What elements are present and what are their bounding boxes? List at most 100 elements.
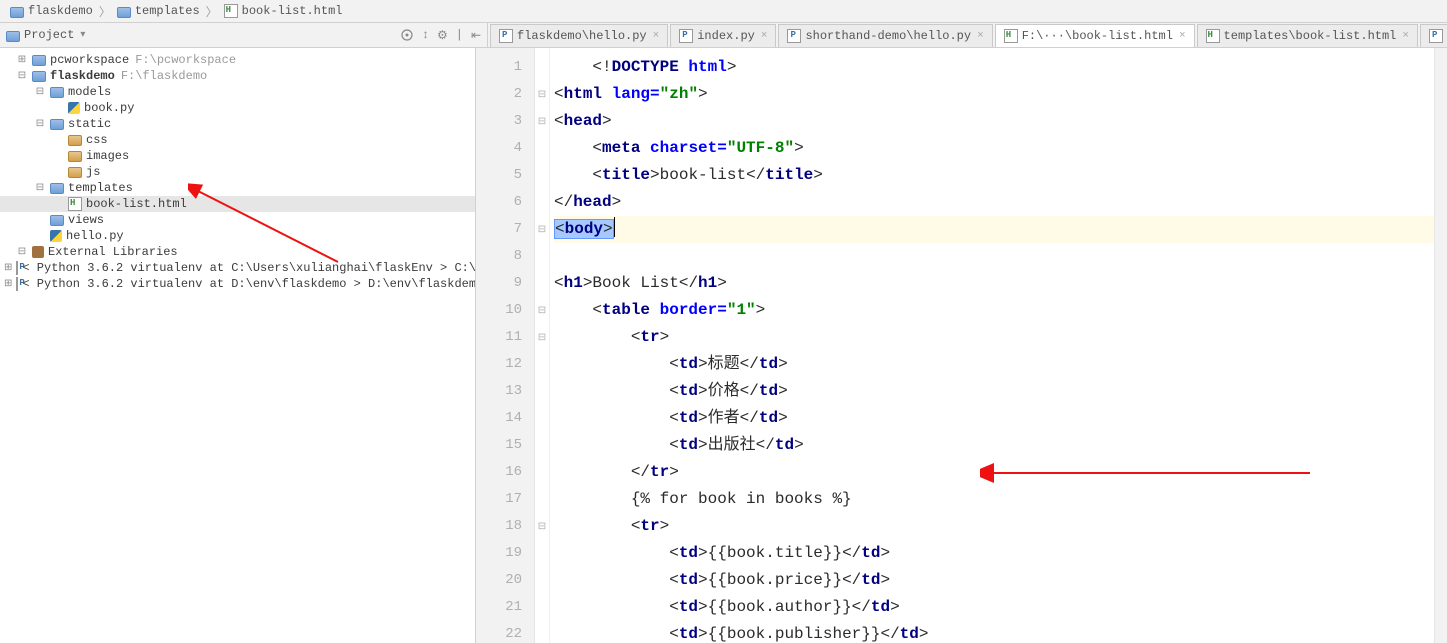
tree-node[interactable]: ⊟ templates: [0, 180, 475, 196]
code-line[interactable]: <td>{{book.price}}</td>: [554, 567, 1434, 594]
close-tab-icon[interactable]: ×: [1402, 30, 1409, 42]
tree-node[interactable]: ⊟ static: [0, 116, 475, 132]
collapse-all-icon[interactable]: ↕: [422, 28, 429, 42]
code-line[interactable]: <body>: [554, 216, 1434, 243]
line-number: 15: [476, 432, 534, 459]
editor-tab[interactable]: flaskdemo\hello.py×: [490, 24, 668, 47]
settings-gear-icon[interactable]: ⚙: [437, 28, 448, 43]
chevron-down-icon[interactable]: ▾: [80, 29, 85, 41]
python-file-icon: [68, 102, 80, 114]
tree-toggle-icon[interactable]: ⊞: [16, 54, 28, 66]
html-file-icon: [1206, 29, 1220, 43]
code-line[interactable]: <td>标题</td>: [554, 351, 1434, 378]
code-line[interactable]: <title>book-list</title>: [554, 162, 1434, 189]
tree-node[interactable]: book-list.html: [0, 196, 475, 212]
tab-label: templates\book-list.html: [1224, 29, 1397, 43]
code-line[interactable]: </head>: [554, 189, 1434, 216]
code-line[interactable]: </tr>: [554, 459, 1434, 486]
code-line[interactable]: <tr>: [554, 324, 1434, 351]
tree-toggle-icon[interactable]: ⊟: [16, 246, 28, 258]
code-line[interactable]: <td>出版社</td>: [554, 432, 1434, 459]
editor-tab[interactable]: shorthand-demo\hello.py×: [778, 24, 992, 47]
tree-toggle-icon[interactable]: ⊟: [34, 182, 46, 194]
tree-node-label: static: [68, 117, 111, 131]
tree-node[interactable]: images: [0, 148, 475, 164]
fold-toggle-icon: [535, 621, 549, 643]
chevron-right-icon: 〉: [206, 3, 218, 20]
locate-icon[interactable]: [400, 28, 414, 42]
fold-toggle-icon[interactable]: ⊟: [535, 81, 549, 108]
code-line[interactable]: [554, 243, 1434, 270]
close-tab-icon[interactable]: ×: [977, 30, 984, 42]
tree-toggle-icon[interactable]: ⊟: [34, 86, 46, 98]
library-icon: [32, 246, 44, 258]
close-tab-icon[interactable]: ×: [761, 30, 768, 42]
line-number: 18: [476, 513, 534, 540]
tree-node-label: hello.py: [66, 229, 124, 243]
tree-node[interactable]: book.py: [0, 100, 475, 116]
tree-node[interactable]: ⊞pcworkspaceF:\pcworkspace: [0, 52, 475, 68]
code-line[interactable]: <meta charset="UTF-8">: [554, 135, 1434, 162]
editor-tab[interactable]: templates\book-list.html ×: [1197, 24, 1418, 47]
folder-icon: [32, 55, 46, 66]
hide-panel-icon[interactable]: ⇤: [471, 28, 481, 43]
fold-toggle-icon[interactable]: ⊟: [535, 297, 549, 324]
fold-toggle-icon[interactable]: ⊟: [535, 513, 549, 540]
folder-icon: [32, 71, 46, 82]
line-number: 21: [476, 594, 534, 621]
code-line[interactable]: <tr>: [554, 513, 1434, 540]
tree-node[interactable]: css: [0, 132, 475, 148]
close-tab-icon[interactable]: ×: [1179, 30, 1186, 42]
project-title-label: Project: [24, 28, 74, 42]
code-line[interactable]: <td>作者</td>: [554, 405, 1434, 432]
breadcrumb-item[interactable]: flaskdemo: [4, 0, 99, 22]
code-line[interactable]: <td>{{book.publisher}}</td>: [554, 621, 1434, 643]
tree-node-label: templates: [68, 181, 133, 195]
python-file-icon: [50, 230, 62, 242]
tree-toggle-icon[interactable]: ⊞: [4, 262, 12, 274]
tree-toggle-icon[interactable]: ⊞: [4, 278, 12, 290]
code-editor[interactable]: 12345678910111213141516171819202122 ⊟⊟⊟⊟…: [476, 48, 1447, 643]
breadcrumb-item[interactable]: templates: [111, 0, 206, 22]
breadcrumb-label: book-list.html: [242, 4, 343, 18]
code-line[interactable]: <td>{{book.author}}</td>: [554, 594, 1434, 621]
code-line[interactable]: <html lang="zh">: [554, 81, 1434, 108]
fold-toggle-icon[interactable]: ⊟: [535, 108, 549, 135]
fold-column[interactable]: ⊟⊟⊟⊟⊟⊟: [535, 48, 550, 643]
breadcrumb-item[interactable]: book-list.html: [218, 0, 349, 22]
editor-tab[interactable]: index.py×: [670, 24, 776, 47]
tree-node[interactable]: views: [0, 212, 475, 228]
tree-toggle-icon[interactable]: ⊟: [16, 70, 28, 82]
editor-tab[interactable]: F:\···\book-list.html×: [995, 24, 1195, 47]
tree-node[interactable]: ⊟models: [0, 84, 475, 100]
tree-node[interactable]: ⊞< Python 3.6.2 virtualenv at D:\env\fla…: [0, 276, 475, 292]
project-panel-title[interactable]: Project ▾: [6, 28, 85, 42]
tree-node[interactable]: ⊟flaskdemoF:\flaskdemo: [0, 68, 475, 84]
code-line[interactable]: <head>: [554, 108, 1434, 135]
code-line[interactable]: <td>价格</td>: [554, 378, 1434, 405]
line-number: 9: [476, 270, 534, 297]
line-number: 10: [476, 297, 534, 324]
fold-toggle-icon: [535, 459, 549, 486]
editor-tab[interactable]: book.py×: [1420, 24, 1447, 47]
close-tab-icon[interactable]: ×: [653, 30, 660, 42]
tree-toggle-icon[interactable]: ⊟: [34, 118, 46, 130]
tree-node[interactable]: js: [0, 164, 475, 180]
code-line[interactable]: {% for book in books %}: [554, 486, 1434, 513]
fold-toggle-icon[interactable]: ⊟: [535, 324, 549, 351]
folder-icon: [10, 7, 24, 18]
fold-toggle-icon[interactable]: ⊟: [535, 216, 549, 243]
code-area[interactable]: <!DOCTYPE html><html lang="zh"><head> <m…: [550, 48, 1434, 643]
code-line[interactable]: <h1>Book List</h1>: [554, 270, 1434, 297]
code-line[interactable]: <table border="1">: [554, 297, 1434, 324]
error-stripe[interactable]: [1434, 48, 1447, 643]
tree-node[interactable]: ⊟External Libraries: [0, 244, 475, 260]
folder-icon: [50, 87, 64, 98]
project-tree[interactable]: ⊞pcworkspaceF:\pcworkspace⊟flaskdemoF:\f…: [0, 48, 475, 296]
project-panel-header: Project ▾ ↕ ⚙ | ⇤: [0, 23, 488, 47]
python-file-icon: [787, 29, 801, 43]
code-line[interactable]: <td>{{book.title}}</td>: [554, 540, 1434, 567]
tree-node[interactable]: ⊞< Python 3.6.2 virtualenv at C:\Users\x…: [0, 260, 475, 276]
tree-node[interactable]: hello.py: [0, 228, 475, 244]
code-line[interactable]: <!DOCTYPE html>: [554, 54, 1434, 81]
